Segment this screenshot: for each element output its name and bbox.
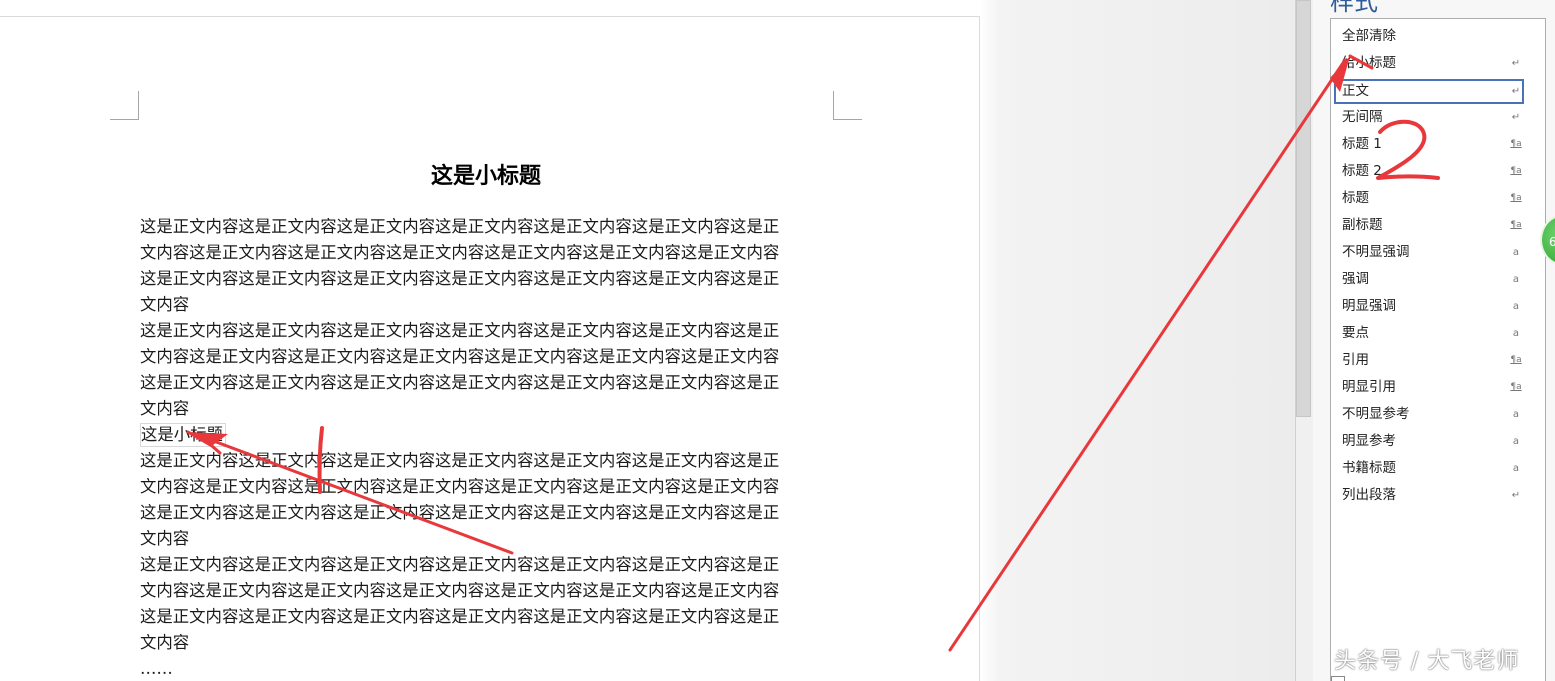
style-item[interactable]: 标题 2 ¶a xyxy=(1334,159,1524,184)
style-item[interactable]: 明显引用 ¶a xyxy=(1334,375,1524,400)
style-item-label: 正文 xyxy=(1342,83,1369,99)
body-line[interactable]: 文内容 xyxy=(140,526,840,552)
style-item-label: 明显参考 xyxy=(1342,433,1396,449)
body-line[interactable]: 文内容这是正文内容这是正文内容这是正文内容这是正文内容这是正文内容这是正文内容 xyxy=(140,344,840,370)
style-type-icon: ¶a xyxy=(1510,166,1522,176)
style-item[interactable]: 不明显强调 a xyxy=(1334,240,1524,265)
style-item-label: 标题 xyxy=(1342,190,1369,206)
body-line[interactable]: 这是正文内容这是正文内容这是正文内容这是正文内容这是正文内容这是正文内容这是正 xyxy=(140,370,840,396)
word-window: 这是小标题 这是正文内容这是正文内容这是正文内容这是正文内容这是正文内容这是正文… xyxy=(0,0,1555,681)
body-line[interactable]: 这是正文内容这是正文内容这是正文内容这是正文内容这是正文内容这是正文内容这是正 xyxy=(140,552,840,578)
style-item[interactable]: 正文 ↵ xyxy=(1334,79,1524,104)
styles-list: 全部清除给小标题 ↵ 正文 ↵ 无间隔 ↵ 标题 1 ¶a 标题 2 ¶a 标题 ¶a 副标题 ¶a 不明显… xyxy=(1330,18,1546,681)
style-item[interactable]: 无间隔 ↵ xyxy=(1334,105,1524,130)
body-line[interactable]: 文内容 xyxy=(140,396,840,422)
style-item[interactable]: 要点 a xyxy=(1334,321,1524,346)
styles-pane-title: 样式 xyxy=(1330,0,1378,16)
style-item[interactable]: 明显参考 a xyxy=(1334,429,1524,454)
body-line[interactable]: 文内容这是正文内容这是正文内容这是正文内容这是正文内容这是正文内容这是正文内容 xyxy=(140,578,840,604)
margin-crop-mark-left xyxy=(110,91,139,120)
body-line[interactable]: 这是正文内容这是正文内容这是正文内容这是正文内容这是正文内容这是正文内容这是正 xyxy=(140,448,840,474)
body-line[interactable]: 文内容这是正文内容这是正文内容这是正文内容这是正文内容这是正文内容这是正文内容 xyxy=(140,474,840,500)
style-item-label: 不明显参考 xyxy=(1342,406,1410,422)
style-item[interactable]: 副标题 ¶a xyxy=(1334,213,1524,238)
style-type-icon: ¶a xyxy=(1510,220,1522,230)
body-line[interactable]: 这是正文内容这是正文内容这是正文内容这是正文内容这是正文内容这是正文内容这是正 xyxy=(140,266,840,292)
style-item-label: 标题 2 xyxy=(1342,163,1382,179)
body-line[interactable]: 这是正文内容这是正文内容这是正文内容这是正文内容这是正文内容这是正文内容这是正 xyxy=(140,500,840,526)
ellipsis-line[interactable]: …… xyxy=(140,656,840,681)
style-type-icon: a xyxy=(1512,436,1520,447)
style-item[interactable]: 书籍标题 a xyxy=(1334,456,1524,481)
show-preview-checkbox[interactable] xyxy=(1331,676,1345,681)
style-item-label: 明显强调 xyxy=(1342,298,1396,314)
body-line[interactable]: 文内容 xyxy=(140,292,840,318)
style-item-label: 全部清除 xyxy=(1342,28,1396,44)
style-item-label: 要点 xyxy=(1342,325,1369,341)
style-type-icon: a xyxy=(1512,274,1520,285)
style-item[interactable]: 强调 a xyxy=(1334,267,1524,292)
style-item[interactable]: 不明显参考 a xyxy=(1334,402,1524,427)
style-type-icon: ↵ xyxy=(1511,86,1521,97)
style-item-label: 列出段落 xyxy=(1342,487,1396,503)
style-type-icon: ¶a xyxy=(1510,382,1522,392)
body-line[interactable]: 这是正文内容这是正文内容这是正文内容这是正文内容这是正文内容这是正文内容这是正 xyxy=(140,318,840,344)
body-line[interactable]: 文内容 xyxy=(140,630,840,656)
style-type-icon: a xyxy=(1512,463,1520,474)
style-item[interactable]: 列出段落 ↵ xyxy=(1334,483,1524,508)
document-body[interactable]: 这是正文内容这是正文内容这是正文内容这是正文内容这是正文内容这是正文内容这是正 … xyxy=(140,214,840,681)
style-type-icon: ↵ xyxy=(1511,112,1521,123)
body-line[interactable]: 这是正文内容这是正文内容这是正文内容这是正文内容这是正文内容这是正文内容这是正 xyxy=(140,214,840,240)
style-item-label: 明显引用 xyxy=(1342,379,1396,395)
margin-crop-mark-right xyxy=(833,91,862,120)
style-item[interactable]: 明显强调 a xyxy=(1334,294,1524,319)
style-item-label: 无间隔 xyxy=(1342,109,1383,125)
style-item-label: 标题 1 xyxy=(1342,136,1382,152)
style-item-label: 不明显强调 xyxy=(1342,244,1410,260)
style-type-icon: a xyxy=(1512,247,1520,258)
style-type-icon: a xyxy=(1512,301,1520,312)
vertical-scrollbar-thumb[interactable] xyxy=(1296,0,1311,417)
style-type-icon: a xyxy=(1512,328,1520,339)
subheading-line-wrap: 这是小标题 xyxy=(140,422,840,448)
style-item[interactable]: 引用 ¶a xyxy=(1334,348,1524,373)
body-line[interactable]: 这是正文内容这是正文内容这是正文内容这是正文内容这是正文内容这是正文内容这是正 xyxy=(140,604,840,630)
style-type-icon: ¶a xyxy=(1510,139,1522,149)
style-item-label: 强调 xyxy=(1342,271,1369,287)
style-type-icon: ¶a xyxy=(1510,355,1522,365)
body-line[interactable]: 文内容这是正文内容这是正文内容这是正文内容这是正文内容这是正文内容这是正文内容 xyxy=(140,240,840,266)
style-item[interactable]: 标题 ¶a xyxy=(1334,186,1524,211)
style-item-label: 给小标题 xyxy=(1342,55,1396,71)
style-item[interactable]: 给小标题 ↵ xyxy=(1334,51,1524,76)
watermark: 头条号 / 大飞老师 xyxy=(1334,649,1520,674)
style-type-icon: ↵ xyxy=(1511,58,1521,69)
style-item-label: 引用 xyxy=(1342,352,1369,368)
style-type-icon: a xyxy=(1512,409,1520,420)
style-item[interactable]: 标题 1 ¶a xyxy=(1334,132,1524,157)
style-item[interactable]: 全部清除 xyxy=(1334,24,1524,49)
subheading-text-selected[interactable]: 这是小标题 xyxy=(140,423,226,447)
style-item-label: 副标题 xyxy=(1342,217,1383,233)
style-item-label: 书籍标题 xyxy=(1342,460,1396,476)
document-heading[interactable]: 这是小标题 xyxy=(140,160,832,194)
style-type-icon: ¶a xyxy=(1510,193,1522,203)
style-type-icon: ↵ xyxy=(1511,490,1521,501)
